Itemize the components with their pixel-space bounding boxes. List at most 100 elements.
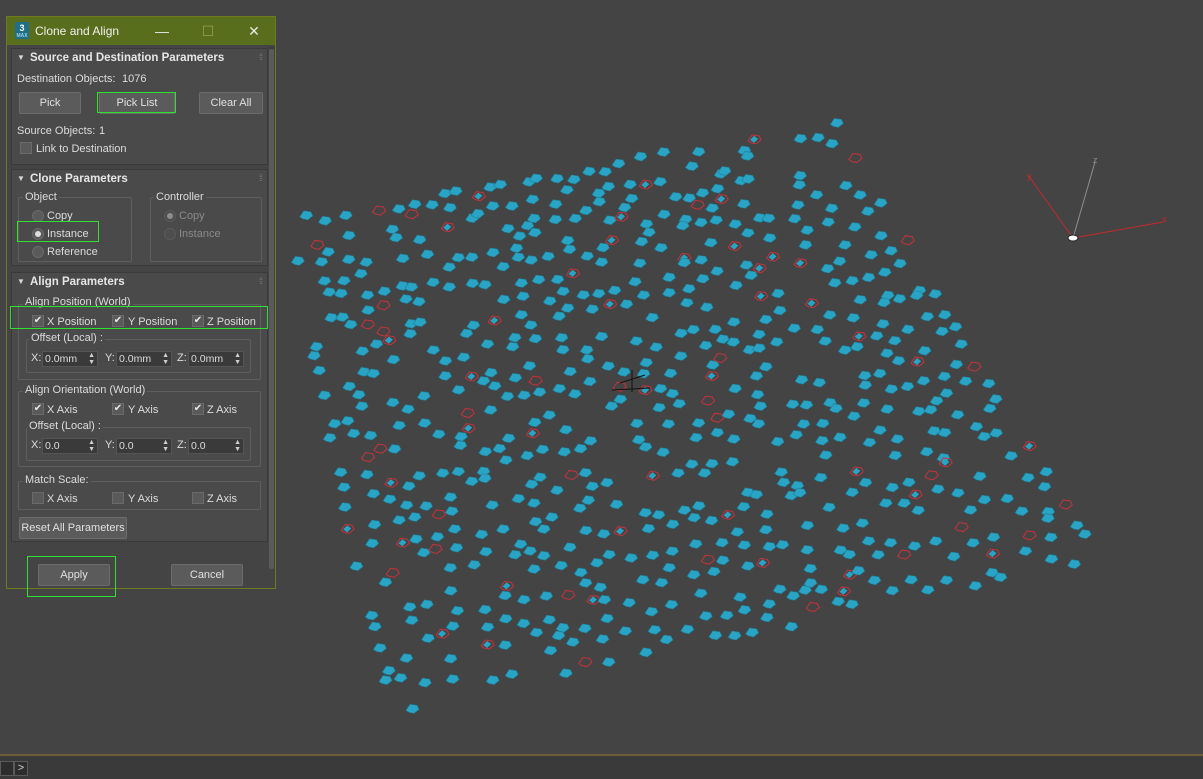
cloned-object[interactable] <box>349 561 364 571</box>
cloned-object[interactable] <box>769 337 784 347</box>
cloned-object[interactable] <box>443 492 458 502</box>
cloned-object[interactable] <box>382 494 397 504</box>
cloned-object[interactable] <box>799 400 814 410</box>
cloned-object[interactable] <box>789 429 804 440</box>
cloned-object[interactable] <box>378 577 393 588</box>
cloned-object[interactable] <box>787 213 802 224</box>
cloned-object[interactable] <box>464 476 479 487</box>
cloned-object[interactable] <box>633 151 648 162</box>
rot-offset-y-spinner[interactable]: 0.0 ▲ ▼ <box>116 438 172 454</box>
cloned-object[interactable] <box>786 590 800 601</box>
cloned-object[interactable] <box>698 611 713 621</box>
cloned-object[interactable] <box>299 210 314 221</box>
cloned-object[interactable] <box>750 389 765 400</box>
cloned-object[interactable] <box>508 549 522 560</box>
cloned-object[interactable] <box>376 326 391 337</box>
cloned-object[interactable] <box>717 166 732 176</box>
collapse-triangle-icon[interactable]: ▼ <box>17 53 25 62</box>
cloned-object[interactable] <box>470 208 485 219</box>
cloned-object[interactable] <box>498 613 513 624</box>
cloned-object[interactable] <box>431 509 446 520</box>
cloned-object[interactable] <box>728 383 742 394</box>
cloned-object[interactable] <box>426 345 441 355</box>
cloned-object[interactable] <box>846 411 861 421</box>
cloned-object[interactable] <box>739 260 754 270</box>
cloned-object[interactable] <box>511 493 526 504</box>
cloned-object[interactable] <box>963 505 978 515</box>
cloned-object[interactable] <box>694 217 708 228</box>
cloned-object[interactable] <box>594 257 609 267</box>
cloned-object[interactable] <box>923 404 938 415</box>
cloned-object[interactable] <box>741 174 755 184</box>
cloned-object[interactable] <box>967 361 982 372</box>
cloned-object[interactable] <box>900 381 915 392</box>
cloned-object[interactable] <box>1043 532 1058 543</box>
cloned-object[interactable] <box>989 428 1003 438</box>
cloned-object[interactable] <box>710 266 724 276</box>
cloned-object[interactable] <box>317 276 332 286</box>
cloned-object[interactable] <box>552 311 566 321</box>
cloned-object[interactable] <box>562 542 577 553</box>
cloned-object[interactable] <box>681 283 696 294</box>
cloned-object[interactable] <box>958 376 973 386</box>
cloned-object[interactable] <box>355 346 370 356</box>
cloned-object[interactable] <box>853 294 868 305</box>
cloned-object[interactable] <box>1067 559 1081 569</box>
cloned-object[interactable] <box>954 521 969 533</box>
cloned-object[interactable] <box>624 553 638 563</box>
cloned-object[interactable] <box>526 498 541 508</box>
cloned-object[interactable] <box>954 339 969 349</box>
cloned-object[interactable] <box>884 384 899 394</box>
cloned-object[interactable] <box>871 549 885 560</box>
cloned-object[interactable] <box>619 299 634 309</box>
cloned-object[interactable] <box>532 387 547 397</box>
cloned-object[interactable] <box>366 488 381 499</box>
cloned-object[interactable] <box>496 261 510 272</box>
cloned-object[interactable] <box>324 312 339 323</box>
cloned-object[interactable] <box>404 209 419 220</box>
cloned-object[interactable] <box>367 519 382 530</box>
cloned-object[interactable] <box>493 179 508 190</box>
cloned-object[interactable] <box>516 291 530 302</box>
cloned-object[interactable] <box>527 417 542 428</box>
cloned-object[interactable] <box>818 450 833 460</box>
cloned-object[interactable] <box>907 541 922 551</box>
cloned-object[interactable] <box>811 132 825 143</box>
cloned-object[interactable] <box>504 201 519 211</box>
cloned-object[interactable] <box>474 529 489 540</box>
cloned-object[interactable] <box>920 585 935 595</box>
cloned-object[interactable] <box>512 231 527 241</box>
cloned-object[interactable] <box>873 197 888 208</box>
cloned-object[interactable] <box>557 447 572 457</box>
object-reference-radio[interactable] <box>32 246 44 258</box>
cloned-object[interactable] <box>552 383 567 394</box>
cloned-object[interactable] <box>309 341 324 352</box>
cloned-object[interactable] <box>563 366 577 377</box>
cloned-object[interactable] <box>535 444 550 455</box>
cloned-object[interactable] <box>322 432 337 443</box>
cloned-object[interactable] <box>653 383 668 394</box>
cloned-object[interactable] <box>572 503 587 513</box>
dialog-titlebar[interactable]: 3 MAX Clone and Align — ☐ ✕ <box>7 17 275 45</box>
cloned-object[interactable] <box>661 419 676 429</box>
cloned-object[interactable] <box>798 240 813 250</box>
cloned-object[interactable] <box>593 582 608 593</box>
rollout-header[interactable]: ▼ Clone Parameters ⁞⁞ <box>12 170 267 188</box>
cloned-object[interactable] <box>578 657 593 668</box>
cloned-object[interactable] <box>419 501 433 511</box>
cloned-object[interactable] <box>664 599 679 610</box>
cloned-object[interactable] <box>554 332 569 343</box>
cloned-object[interactable] <box>528 516 543 527</box>
cloned-object[interactable] <box>528 375 543 386</box>
cloned-object[interactable] <box>505 341 520 352</box>
cloned-object[interactable] <box>950 409 965 420</box>
cloned-object[interactable] <box>824 138 839 149</box>
cloned-object[interactable] <box>525 194 540 205</box>
cloned-object[interactable] <box>815 418 830 429</box>
cloned-object[interactable] <box>343 319 358 330</box>
cloned-object[interactable] <box>867 575 882 586</box>
cloned-object[interactable] <box>435 468 450 478</box>
cloned-object[interactable] <box>478 546 493 557</box>
cloned-object[interactable] <box>695 273 710 284</box>
collapse-triangle-icon[interactable]: ▼ <box>17 277 25 286</box>
